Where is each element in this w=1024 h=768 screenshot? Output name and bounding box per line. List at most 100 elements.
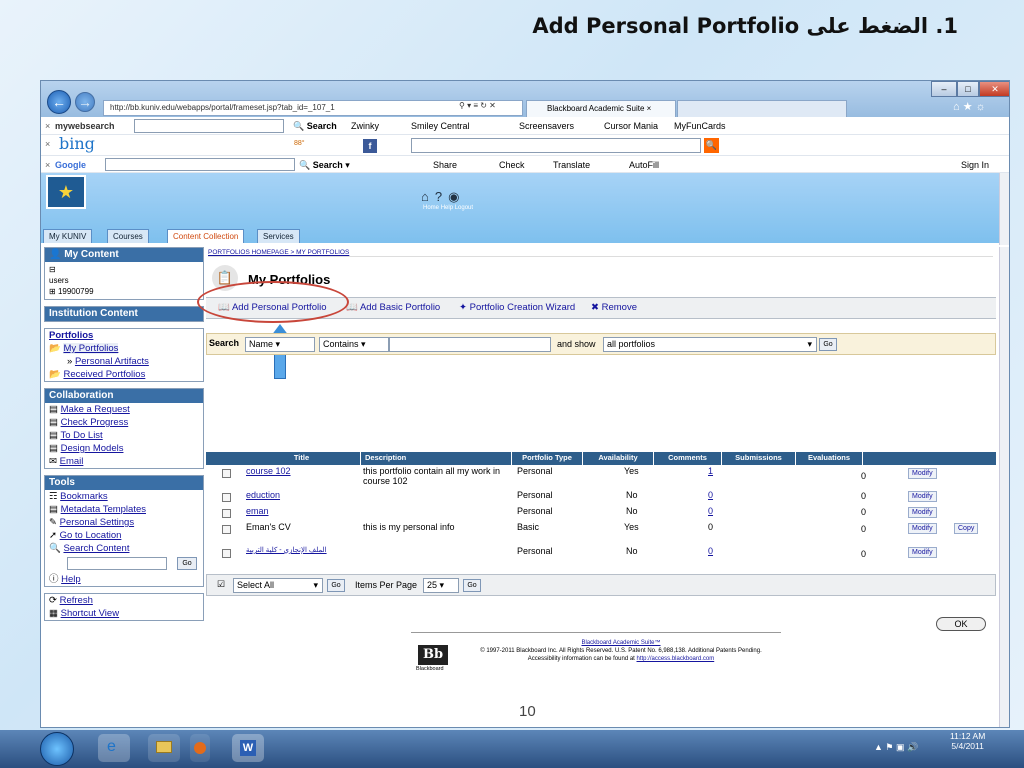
col-portfolio-type[interactable]: Portfolio Type: [512, 452, 582, 465]
received-portfolios-link[interactable]: 📂 Received Portfolios: [45, 368, 203, 381]
remove-button[interactable]: ✖ Remove: [591, 298, 637, 318]
share-button[interactable]: Share: [433, 157, 457, 173]
help-link[interactable]: ⓘ Help: [45, 573, 203, 586]
logout-link[interactable]: Logout: [455, 205, 473, 211]
col-submissions[interactable]: Submissions: [722, 452, 795, 465]
tab-new[interactable]: [677, 100, 847, 117]
tab-courses[interactable]: Courses: [107, 229, 149, 243]
tab-my-kuniv[interactable]: My KUNIV: [43, 229, 93, 243]
go-to-location-link[interactable]: ➚ Go to Location: [45, 529, 203, 542]
close-button[interactable]: ✕: [979, 81, 1009, 97]
col-description[interactable]: Description: [361, 452, 511, 465]
row-checkbox[interactable]: [222, 549, 231, 558]
col-title[interactable]: Title: [243, 452, 360, 465]
refresh-link[interactable]: ⟳ Refresh: [45, 594, 203, 607]
screensavers-link[interactable]: Screensavers: [519, 118, 574, 134]
translate-button[interactable]: Translate: [553, 157, 590, 173]
modify-button[interactable]: Modify: [908, 507, 937, 518]
design-models-link[interactable]: ▤ Design Models: [45, 442, 203, 455]
items-per-page-select[interactable]: 25 ▾: [423, 578, 459, 593]
search-content-link[interactable]: 🔍 Search Content: [45, 542, 203, 555]
col-availability[interactable]: Availability: [583, 452, 653, 465]
comments-count[interactable]: 0: [708, 522, 713, 532]
portfolio-title-link[interactable]: الملف الإنجازي - كلية التربية: [246, 546, 327, 554]
comments-count-link[interactable]: 1: [708, 466, 713, 476]
check-button[interactable]: Check: [499, 157, 525, 173]
google-search-button[interactable]: 🔍 Search ▾: [299, 157, 350, 173]
check-progress-link[interactable]: ▤ Check Progress: [45, 416, 203, 429]
search-icon[interactable]: ⚲ ▾ ≡ ↻ ✕: [459, 101, 496, 110]
bookmarks-link[interactable]: ☶ Bookmarks: [45, 490, 203, 503]
tools-go-button[interactable]: Go: [177, 557, 197, 570]
make-request-link[interactable]: ▤ Make a Request: [45, 403, 203, 416]
modify-button[interactable]: Modify: [908, 547, 937, 558]
modify-button[interactable]: Modify: [908, 491, 937, 502]
email-link[interactable]: ✉ Email: [45, 455, 203, 468]
institution-header[interactable]: Institution Content: [45, 307, 203, 321]
word-taskbar-icon[interactable]: W: [232, 734, 264, 762]
back-button[interactable]: ←: [47, 90, 71, 114]
google-search-input[interactable]: [105, 158, 295, 171]
home-link[interactable]: Home: [423, 205, 439, 211]
maximize-button[interactable]: □: [957, 81, 979, 97]
start-button[interactable]: [40, 732, 74, 766]
portfolio-title[interactable]: Eman's CV: [246, 522, 291, 532]
system-clock[interactable]: 11:12 AM 5/4/2011: [950, 731, 985, 751]
metadata-templates-link[interactable]: ▤ Metadata Templates: [45, 503, 203, 516]
comments-count-link[interactable]: 0: [708, 490, 713, 500]
search-field-select[interactable]: Name ▾: [245, 337, 315, 352]
mywebsearch-search-button[interactable]: 🔍 Search: [293, 118, 337, 134]
modify-button[interactable]: Modify: [908, 523, 937, 534]
modify-button[interactable]: Modify: [908, 468, 937, 479]
location-input[interactable]: [67, 557, 167, 570]
tab-services[interactable]: Services: [257, 229, 300, 243]
portfolio-title-link[interactable]: eman: [246, 506, 269, 516]
explorer-taskbar-icon[interactable]: [148, 734, 180, 762]
close-toolbar-icon[interactable]: ×: [45, 118, 50, 134]
bing-search-icon[interactable]: 🔍: [704, 138, 719, 153]
row-checkbox[interactable]: [222, 509, 231, 518]
portfolio-title-link[interactable]: eduction: [246, 490, 280, 500]
personal-artifacts-link[interactable]: » Personal Artifacts: [45, 355, 203, 368]
tab-blackboard[interactable]: Blackboard Academic Suite ×: [526, 100, 676, 117]
ie-taskbar-icon[interactable]: e: [98, 734, 130, 762]
minimize-button[interactable]: –: [931, 81, 957, 97]
comments-count-link[interactable]: 0: [708, 546, 713, 556]
my-portfolios-link[interactable]: 📂 My Portfolios: [45, 342, 203, 355]
search-operator-select[interactable]: Contains ▾: [319, 337, 389, 352]
portfolio-title-link[interactable]: course 102: [246, 466, 291, 476]
add-basic-portfolio-button[interactable]: 📖 Add Basic Portfolio: [346, 298, 440, 318]
help-link[interactable]: Help: [441, 205, 453, 211]
portfolio-wizard-button[interactable]: ✦ Portfolio Creation Wizard: [459, 298, 575, 318]
copy-button[interactable]: Copy: [954, 523, 979, 534]
zwinky-link[interactable]: Zwinky: [351, 118, 379, 134]
select-all-dropdown[interactable]: Select All ▾: [233, 578, 323, 593]
tree-users[interactable]: users: [49, 275, 199, 286]
tree-collapse-icon[interactable]: ⊟: [49, 264, 199, 275]
show-select[interactable]: all portfolios ▾: [603, 337, 817, 352]
main-scrollbar[interactable]: [999, 247, 1009, 727]
tree-19900799[interactable]: ⊞ 19900799: [49, 286, 199, 297]
tray-icons[interactable]: ▲ ⚑ ▣ 🔊: [874, 742, 918, 753]
search-go-button[interactable]: Go: [819, 338, 837, 351]
myfuncards-link[interactable]: MyFunCards: [674, 118, 726, 134]
header-scrollbar[interactable]: [999, 173, 1009, 245]
media-taskbar-icon[interactable]: [190, 734, 210, 762]
mywebsearch-input[interactable]: [134, 119, 284, 133]
suite-link[interactable]: Blackboard Academic Suite™: [456, 639, 786, 647]
autofill-button[interactable]: AutoFill: [629, 157, 659, 173]
select-go-button[interactable]: Go: [327, 579, 345, 592]
close-toolbar-icon[interactable]: ×: [45, 157, 50, 173]
col-evaluations[interactable]: Evaluations: [796, 452, 862, 465]
google-signin[interactable]: Sign In: [961, 157, 989, 173]
search-value-input[interactable]: [389, 337, 551, 352]
col-comments[interactable]: Comments: [654, 452, 721, 465]
row-checkbox[interactable]: [222, 525, 231, 534]
smiley-link[interactable]: Smiley Central: [411, 118, 470, 134]
facebook-icon[interactable]: f: [363, 139, 377, 153]
ok-button[interactable]: OK: [936, 617, 986, 631]
to-do-list-link[interactable]: ▤ To Do List: [45, 429, 203, 442]
shortcut-view-link[interactable]: ▦ Shortcut View: [45, 607, 203, 620]
row-checkbox[interactable]: [222, 493, 231, 502]
forward-button[interactable]: →: [75, 92, 95, 112]
